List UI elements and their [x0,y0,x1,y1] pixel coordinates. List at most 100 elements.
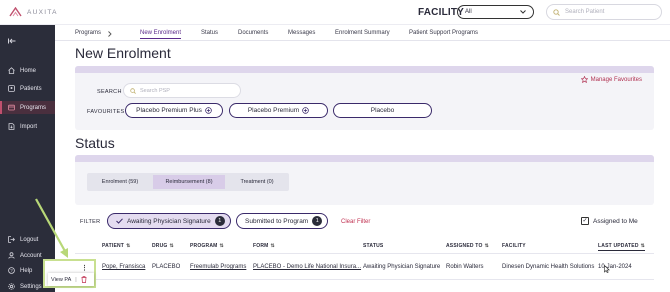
svg-text:?: ? [10,268,13,273]
column-header-label: STATUS [363,243,384,249]
cell-patient[interactable]: Pope, Fransisca [102,264,145,270]
sidebar-item-label: Import [20,123,38,130]
sidebar-item-patients[interactable]: Patients [0,82,55,95]
column-header-label: FACILITY [502,243,526,249]
tab-messages[interactable]: Messages [288,30,315,36]
programs-icon [8,104,15,111]
new-enrolment-panel: SEARCH Search PSP Manage Favourites FAVO… [75,66,654,130]
favourite-placebo[interactable]: Placebo [333,103,432,118]
view-pa-menu[interactable]: View PA | [48,273,94,286]
filter-label: FILTER [80,219,101,225]
check-icon [116,218,123,224]
cell-program[interactable]: Freemulab Programs [190,264,246,270]
sidebar-item-label: Account [20,252,42,259]
subtab-enrolment[interactable]: Enrolment (59) [89,175,151,189]
subtab-reimbursement[interactable]: Reimbursement (8) [153,175,225,189]
favourite-placebo-premium[interactable]: Placebo Premium [229,103,328,118]
cell-facility: Dinesen Dynamic Health Solutions [502,264,595,270]
logo-text: AUXITA [27,8,58,16]
sort-icon: ⇅ [640,243,646,249]
filter-chip-submitted[interactable]: Submitted to Program 1 [236,213,329,229]
account-icon [8,252,15,259]
sidebar-item-label: Patients [20,85,42,92]
table-row-divider [75,279,654,280]
top-header: AUXITA FACILITY All Search Patient [0,0,670,25]
chevron-down-icon [520,10,526,14]
assigned-to-me-toggle[interactable]: ✓ Assigned to Me [581,217,638,225]
help-icon: ? [8,267,15,274]
logo: AUXITA [9,7,58,17]
sidebar-item-label: Help [20,267,33,274]
column-header-label: FORM [253,243,269,249]
add-circle-icon [205,107,212,114]
panel-header-band [75,66,654,73]
column-header-patient[interactable]: PATIENT ⇅ [102,243,130,249]
favourite-label: Placebo Premium Plus [136,107,202,114]
status-subtabs: Enrolment (59) Reimbursement (8) Treatme… [87,173,289,191]
add-circle-icon [302,107,309,114]
tab-programs[interactable]: Programs [75,30,101,36]
psp-search-input[interactable]: Search PSP [123,83,241,98]
menu-separator: | [75,276,77,283]
import-icon [8,123,15,130]
assigned-to-me-label: Assigned to Me [593,217,638,225]
sidebar-item-label: Settings [20,283,42,290]
favourite-label: Placebo Premium [247,107,300,114]
cell-assigned-to: Robin Walters [446,264,484,270]
cell-status: Awaiting Physician Signature [363,264,441,270]
collapse-sidebar-icon[interactable] [8,37,16,46]
trash-icon[interactable] [81,276,87,283]
filter-chip-label: Submitted to Program [245,217,309,225]
facility-select[interactable]: All [457,5,534,19]
page-title: New Enrolment [75,45,171,61]
sidebar-item-label: Home [20,67,37,74]
panel-header-band [75,155,654,162]
column-header-label: DRUG [152,243,168,249]
favourite-placebo-premium-plus[interactable]: Placebo Premium Plus [125,103,223,118]
view-pa-label[interactable]: View PA [51,277,71,283]
column-header-program[interactable]: PROGRAM ⇅ [190,243,224,249]
sort-icon: ⇅ [484,243,489,249]
filter-chip-count: 1 [312,216,323,226]
tab-enrolment-summary[interactable]: Enrolment Summary [335,30,390,36]
subtab-treatment[interactable]: Treatment (0) [227,175,287,189]
row-actions-popup: ⋮ View PA | [43,259,96,288]
status-panel: Enrolment (59) Reimbursement (8) Treatme… [75,155,654,205]
tab-status[interactable]: Status [201,30,218,36]
filter-chip-label: Awaiting Physician Signature [127,217,211,225]
sidebar-item-logout[interactable]: Logout [0,233,55,246]
home-icon [8,67,15,74]
column-header-form[interactable]: FORM ⇅ [253,243,275,249]
filter-chip-awaiting-signature[interactable]: Awaiting Physician Signature 1 [107,213,231,229]
search-icon [130,87,136,94]
sort-icon: ⇅ [219,243,224,249]
column-header-label: PATIENT [102,243,125,249]
column-header-last-updated[interactable]: LAST UPDATED ⇅ [598,243,646,251]
sort-icon: ⇅ [126,243,131,249]
patient-search-placeholder: Search Patient [565,9,605,15]
status-title: Status [75,135,115,151]
checkbox-checked-icon[interactable]: ✓ [581,217,589,225]
cell-form[interactable]: PLACEBO - Demo Life National Insura... [253,264,361,270]
tab-patient-support-programs[interactable]: Patient Support Programs [409,30,478,36]
kebab-menu-icon[interactable]: ⋮ [81,264,88,272]
tab-new-enrolment[interactable]: New Enrolment [140,30,182,39]
logo-icon [9,7,22,17]
column-header-drug[interactable]: DRUG ⇅ [152,243,174,249]
manage-favourites-link[interactable]: Manage Favourites [580,76,642,83]
sidebar-item-programs[interactable]: Programs [0,101,55,114]
psp-search-placeholder: Search PSP [140,87,170,94]
sort-icon: ⇅ [270,243,275,249]
mouse-cursor-icon [604,265,610,273]
search-label: SEARCH [97,89,122,95]
patient-search-input[interactable]: Search Patient [546,4,662,20]
chevron-right-icon [108,31,112,37]
gear-icon [8,283,15,290]
column-header-assigned-to[interactable]: ASSIGNED TO ⇅ [446,243,489,249]
sidebar-item-home[interactable]: Home [0,64,55,77]
sidebar-item-label: Programs [20,104,47,111]
tab-documents[interactable]: Documents [238,30,268,36]
clear-filter-link[interactable]: Clear Filter [341,219,370,225]
sidebar-item-import[interactable]: Import [0,120,55,133]
filter-chip-count: 1 [214,216,225,226]
